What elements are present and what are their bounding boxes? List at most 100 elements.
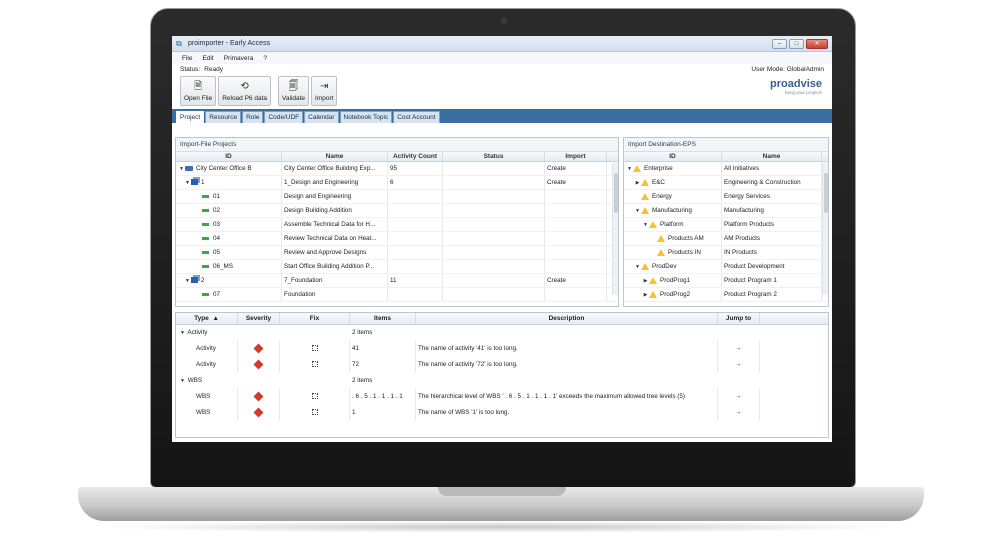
col-eps-name[interactable]: Name [722,152,822,161]
table-row[interactable]: 04 Review Technical Data on Heat... [176,232,618,246]
tab-cost-account[interactable]: Cost Account [393,111,440,123]
col-activity-count[interactable]: Activity Count [388,152,443,161]
eps-row[interactable]: ▼ Enterprise All Initiatives [624,162,828,176]
row-import[interactable]: Create [545,176,607,189]
import-file-scrollbar[interactable] [612,163,618,295]
fix-icon[interactable] [311,345,318,352]
eps-row[interactable]: Products IN IN Products [624,246,828,260]
fix-icon[interactable] [311,409,318,416]
col-id[interactable]: ID [176,152,282,161]
tab-code-udf[interactable]: Code/UDF [264,111,304,123]
col-status[interactable]: Status [443,152,545,161]
issue-row[interactable]: Activity 72 The name of activity '72' is… [176,357,828,373]
jump-to-arrow-icon[interactable]: → [718,405,760,421]
validate-button[interactable]: 🗐 Validate [278,76,310,106]
fix-icon[interactable] [311,393,318,400]
collapse-icon[interactable]: ▼ [184,176,191,189]
col-import[interactable]: Import [545,152,607,161]
open-file-button[interactable]: 🗎 Open File [180,76,217,106]
minimize-icon[interactable]: – [772,38,787,49]
row-import[interactable] [545,190,607,203]
jump-to-arrow-icon[interactable]: → [718,341,760,357]
menu-help[interactable]: ? [263,55,267,62]
issue-type: Activity [176,357,238,373]
eps-row[interactable]: Products AM AM Products [624,232,828,246]
col-fix[interactable]: Fix [280,313,350,324]
tab-resource[interactable]: Resource [205,111,242,123]
group-type: Activity [187,329,208,336]
scrollbar-thumb[interactable] [824,173,828,213]
collapse-icon[interactable]: ▼ [642,218,649,231]
issue-items: 72 [350,357,416,373]
col-type[interactable]: Type ▲ [176,313,238,324]
brand-name: proadvise [770,78,822,90]
issue-group-wbs[interactable]: ▼ WBS 2 items [176,373,828,389]
issue-row[interactable]: WBS . 6 . 5 . 1 . 1 . 1 . 1 The hierarch… [176,389,828,405]
destination-title: Import Destination-EPS [624,138,828,152]
row-import[interactable] [545,204,607,217]
tab-calendar[interactable]: Calendar [304,111,339,123]
row-import[interactable]: Create [545,162,607,175]
tab-notebook-topic[interactable]: Notebook Topic [339,111,393,123]
eps-row[interactable]: ▼ Platform Platform Products [624,218,828,232]
expand-icon[interactable]: ▶ [634,176,641,189]
scrollbar-thumb[interactable] [614,173,618,213]
collapse-icon[interactable]: ▼ [179,325,186,341]
table-row[interactable]: 03 Assemble Technical Data for H... [176,218,618,232]
eps-row[interactable]: ▶ ProdProg2 Product Program 2 [624,288,828,302]
collapse-icon[interactable]: ▼ [634,204,641,217]
table-row[interactable]: 02 Design Building Addition [176,204,618,218]
reload-p6-button[interactable]: ⟲ Reload P6 data [218,76,271,106]
row-import[interactable] [545,218,607,231]
table-row[interactable]: 01 Design and Engineering [176,190,618,204]
row-import[interactable]: Create [545,274,607,287]
menu-edit[interactable]: Edit [202,55,213,62]
row-count: 6 [388,176,443,189]
eps-row[interactable]: ▶ ProdProg1 Product Program 1 [624,274,828,288]
row-import[interactable] [545,288,607,301]
tab-role[interactable]: Role [242,111,264,123]
table-row[interactable]: 06_MS Start Office Building Addition P..… [176,260,618,274]
import-button[interactable]: ⇥ Import [311,76,338,106]
col-jump-to[interactable]: Jump to [718,313,760,324]
issue-row[interactable]: WBS 1 The name of WBS '1' is too long. → [176,405,828,421]
row-import[interactable] [545,260,607,273]
issue-row[interactable]: Activity 41 The name of activity '41' is… [176,341,828,357]
row-import[interactable] [545,232,607,245]
table-row[interactable]: ▼ 2 7_Foundation 11 Create [176,274,618,288]
col-description[interactable]: Description [416,313,718,324]
destination-header: ID Name [624,152,828,162]
destination-scrollbar[interactable] [822,163,828,295]
collapse-icon[interactable]: ▼ [179,373,186,389]
col-name[interactable]: Name [282,152,388,161]
collapse-icon[interactable]: ▼ [178,162,185,175]
row-import[interactable] [545,246,607,259]
col-items[interactable]: Items [350,313,416,324]
eps-row[interactable]: ▼ ProdDev Product Development [624,260,828,274]
eps-row[interactable]: ▶ E&C Engineering & Construction [624,176,828,190]
row-status [443,204,545,217]
table-row[interactable]: 07 Foundation [176,288,618,302]
collapse-icon[interactable]: ▼ [626,162,633,175]
expand-icon[interactable]: ▶ [642,288,649,301]
close-icon[interactable]: ✕ [806,38,828,49]
eps-row[interactable]: ▼ Manufacturing Manufacturing [624,204,828,218]
table-row[interactable]: 05 Review and Approve Designs [176,246,618,260]
fix-icon[interactable] [311,361,318,368]
col-eps-id[interactable]: ID [624,152,722,161]
collapse-icon[interactable]: ▼ [634,260,641,273]
eps-row[interactable]: Energy Energy Services [624,190,828,204]
jump-to-arrow-icon[interactable]: → [718,357,760,373]
col-severity[interactable]: Severity [238,313,280,324]
eps-node-icon [657,248,665,256]
jump-to-arrow-icon[interactable]: → [718,389,760,405]
table-row[interactable]: ▼ 1 1_Design and Engineering 6 Create [176,176,618,190]
collapse-icon[interactable]: ▼ [184,274,191,287]
issue-group-activity[interactable]: ▼ Activity 2 items [176,325,828,341]
tab-project[interactable]: Project [176,111,205,123]
menu-primavera[interactable]: Primavera [224,55,254,62]
table-row[interactable]: ▼ City Center Office B City Center Office… [176,162,618,176]
maximize-icon[interactable]: □ [789,38,804,49]
expand-icon[interactable]: ▶ [642,274,649,287]
menu-file[interactable]: File [182,55,192,62]
